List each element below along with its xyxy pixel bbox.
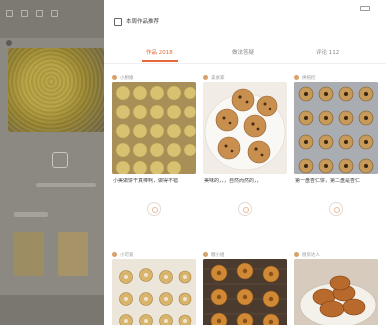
background-thumbnail: [14, 232, 44, 276]
cookie-photo[interactable]: [203, 82, 287, 174]
like-icon[interactable]: [147, 202, 161, 216]
pot-icon: [52, 152, 68, 168]
square-icon: [6, 10, 13, 17]
background-caption: [36, 183, 96, 187]
cookie-photo[interactable]: [294, 259, 378, 325]
tab-works[interactable]: 作品 2018: [146, 48, 173, 58]
author-name: 美食家: [211, 75, 225, 81]
cookie-rack-image: [203, 259, 287, 325]
cookie-photo[interactable]: [203, 259, 287, 325]
like-icon[interactable]: [329, 202, 343, 216]
author-name: 小厨娘: [120, 75, 134, 81]
square-icon: [51, 10, 58, 17]
cookie-tray-image: [294, 82, 378, 174]
card-author: 美食家: [203, 74, 225, 81]
author-name: 厨房达人: [302, 252, 320, 258]
avatar: [203, 75, 208, 80]
cookie-photo[interactable]: [112, 259, 196, 325]
background-section-heading: [14, 212, 48, 217]
panel-header: 本周作品推荐: [104, 0, 386, 36]
avatar: [294, 252, 299, 257]
cookie-bowl-image: [294, 259, 378, 325]
card-author: 糖小姐: [203, 251, 225, 258]
avatar: [112, 252, 117, 257]
work-card[interactable]: 烘焙控 第一盘杏仁饼，第二盘是杏仁: [294, 74, 378, 224]
author-name: 糖小姐: [211, 252, 225, 258]
cookie-plate-image: [203, 82, 287, 174]
tabs-divider: [104, 63, 386, 64]
author-name: 小可爱: [120, 252, 134, 258]
background-toolbar-icons: [6, 10, 58, 17]
tab-comments[interactable]: 评论 112: [316, 48, 339, 58]
avatar: [112, 75, 117, 80]
work-card[interactable]: 美食家 美味的，，，自然而然的，，: [203, 74, 287, 224]
cookie-photo[interactable]: [112, 82, 196, 174]
card-author: 烘焙控: [294, 74, 316, 81]
panel-title: 本周作品推荐: [126, 19, 160, 25]
battery-icon: [360, 6, 370, 11]
square-icon: [21, 10, 28, 17]
work-card[interactable]: 糖小姐: [203, 251, 287, 325]
background-thumbnail: [58, 232, 88, 276]
background-cookie-photo: [8, 48, 104, 132]
back-icon[interactable]: [114, 18, 122, 26]
work-card[interactable]: 小可爱: [112, 251, 196, 325]
background-app-dimmed[interactable]: [0, 0, 104, 325]
square-icon: [36, 10, 43, 17]
like-icon[interactable]: [238, 202, 252, 216]
card-caption: 小美做饼干真棒啊，做得不错: [113, 178, 179, 184]
avatar: [203, 252, 208, 257]
cookie-tray-image: [112, 82, 196, 174]
author-name: 烘焙控: [302, 75, 316, 81]
background-topbar: [0, 0, 104, 38]
card-author: 厨房达人: [294, 251, 320, 258]
background-bottom-bar: [0, 295, 104, 325]
background-avatar: [6, 40, 12, 46]
active-tab-indicator: [142, 60, 178, 62]
tab-bar: 作品 2018 做法答疑 评论 112: [104, 48, 386, 64]
cookie-photo[interactable]: [294, 82, 378, 174]
card-author: 小可爱: [112, 251, 134, 258]
card-caption: 第一盘杏仁饼，第二盘是杏仁: [295, 178, 361, 184]
cookie-parchment-image: [112, 259, 196, 325]
tab-qa[interactable]: 做法答疑: [232, 48, 254, 58]
avatar: [294, 75, 299, 80]
work-card[interactable]: 厨房达人: [294, 251, 378, 325]
work-card[interactable]: 小厨娘 小美做饼干真棒啊，做得不错: [112, 74, 196, 224]
card-caption: 美味的，，，自然而然的，，: [204, 178, 262, 184]
card-author: 小厨娘: [112, 74, 134, 81]
works-panel: 本周作品推荐 作品 2018 做法答疑 评论 112 小厨娘 小美做饼干真棒啊，…: [104, 0, 386, 325]
